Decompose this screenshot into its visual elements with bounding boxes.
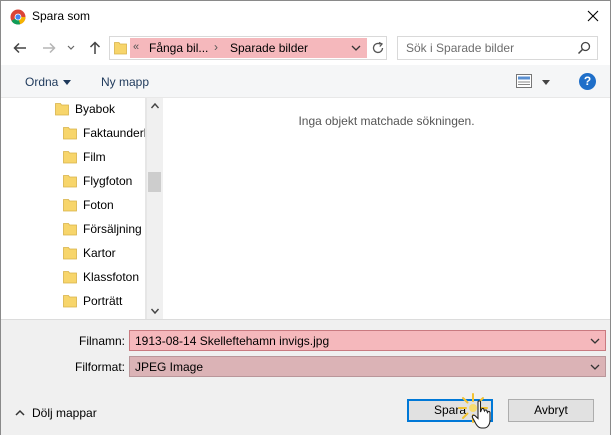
arrow-left-icon <box>13 42 26 54</box>
close-button[interactable] <box>582 5 604 27</box>
window-title: Spara som <box>32 9 91 23</box>
arrow-right-icon <box>43 42 56 54</box>
folder-icon <box>63 247 77 260</box>
folder-icon <box>63 199 77 212</box>
chrome-icon <box>10 9 26 25</box>
chevron-down-icon[interactable] <box>63 80 71 85</box>
tree-item[interactable]: Foton <box>1 194 145 216</box>
filename-input[interactable] <box>130 331 585 350</box>
help-icon[interactable]: ? <box>579 73 596 90</box>
arrow-up-icon <box>89 41 101 54</box>
chevron-down-icon[interactable] <box>542 80 550 85</box>
command-bar: Ordna Ny mapp ? <box>1 65 610 98</box>
close-icon <box>587 10 599 22</box>
chevron-up-icon <box>15 409 25 416</box>
folder-icon <box>63 295 77 308</box>
navigation-bar: « Fånga bil... › Sparade bilder <box>1 32 610 65</box>
chevron-down-icon[interactable] <box>590 337 600 345</box>
breadcrumb-separator[interactable]: › <box>214 40 218 54</box>
tree-item-label: Foton <box>83 198 114 212</box>
scrollbar-thumb[interactable] <box>148 172 161 192</box>
filetype-label: Filformat: <box>74 360 125 374</box>
folder-icon <box>63 271 77 284</box>
filetype-value: JPEG Image <box>135 360 204 374</box>
mouse-pointer-icon <box>471 400 491 429</box>
cancel-button[interactable]: Avbryt <box>508 399 594 422</box>
back-button[interactable] <box>10 38 30 58</box>
recent-locations-button[interactable] <box>64 38 78 58</box>
tree-item[interactable]: Porträtt <box>1 290 145 312</box>
filename-field[interactable] <box>129 330 606 351</box>
forward-button[interactable] <box>39 38 59 58</box>
folder-icon <box>63 223 77 236</box>
chevron-down-icon[interactable] <box>150 306 160 316</box>
tree-item-label: Byabok <box>75 102 116 116</box>
filename-label: Filnamn: <box>78 334 125 348</box>
tree-scrollbar[interactable] <box>146 98 162 319</box>
chevron-up-icon[interactable] <box>150 101 160 111</box>
tree-item[interactable]: Flygfoton <box>1 170 145 192</box>
tree-item-label: Kartor <box>83 246 116 260</box>
tree-item-label: Porträtt <box>83 294 123 308</box>
breadcrumb-overflow[interactable]: « <box>133 41 139 53</box>
folder-icon <box>63 127 77 140</box>
tree-item-label: Faktaunderl <box>83 126 146 140</box>
organize-button[interactable]: Ordna <box>25 75 58 89</box>
chevron-down-icon[interactable] <box>590 363 600 371</box>
address-bar[interactable]: « Fånga bil... › Sparade bilder <box>109 36 387 60</box>
save-as-dialog: Spara som « Fånga bil... › Sparade bilde… <box>0 0 611 435</box>
tree-item[interactable]: Film <box>1 146 145 168</box>
folder-icon <box>114 42 127 55</box>
tree-item[interactable]: Klassfoton <box>1 266 145 288</box>
filetype-select[interactable]: JPEG Image <box>129 356 606 377</box>
search-box[interactable] <box>397 36 598 60</box>
breadcrumb-item[interactable]: Sparade bilder <box>230 41 308 55</box>
folder-icon <box>63 175 77 188</box>
folder-tree: Byabok Faktaunderl Film Flygfoton Foton … <box>1 98 146 319</box>
up-button[interactable] <box>85 38 105 58</box>
hide-folders-label: Dölj mappar <box>32 406 97 420</box>
tree-item-label: Flygfoton <box>83 174 133 188</box>
chevron-down-icon <box>67 45 75 50</box>
search-input[interactable] <box>398 37 573 59</box>
refresh-icon[interactable] <box>371 41 385 55</box>
folder-icon <box>63 151 77 164</box>
empty-message: Inga objekt matchade sökningen. <box>298 114 475 128</box>
chevron-down-icon[interactable] <box>350 42 362 54</box>
folder-icon <box>55 103 69 116</box>
tree-item-label: Film <box>83 150 106 164</box>
save-form: Filnamn: Filformat: JPEG Image Dölj mapp… <box>1 319 610 435</box>
tree-item-label: Försäljning <box>83 222 142 236</box>
tree-item[interactable]: Kartor <box>1 242 145 264</box>
breadcrumb-item[interactable]: Fånga bil... <box>149 41 208 55</box>
view-options-icon[interactable] <box>516 74 532 88</box>
tree-item[interactable]: Försäljning <box>1 218 145 240</box>
tree-item-label: Klassfoton <box>83 270 140 284</box>
title-bar: Spara som <box>1 1 610 32</box>
new-folder-button[interactable]: Ny mapp <box>101 75 149 89</box>
tree-item[interactable]: Byabok <box>1 98 145 120</box>
tree-item[interactable]: Faktaunderl <box>1 122 146 144</box>
search-icon[interactable] <box>577 41 591 55</box>
file-list[interactable]: Inga objekt matchade sökningen. <box>163 98 610 319</box>
